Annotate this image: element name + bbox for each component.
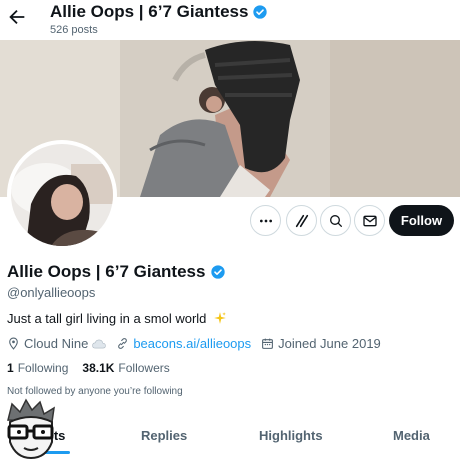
- more-options-button[interactable]: [250, 205, 281, 236]
- follow-stats: 1 Following 38.1K Followers: [7, 361, 170, 375]
- followers-count: 38.1K: [82, 361, 115, 375]
- sparkle-icon: [214, 312, 226, 324]
- profile-tabs: Posts Replies Highlights Media: [0, 418, 460, 460]
- join-date-text: Joined June 2019: [278, 336, 381, 351]
- following-count: 1: [7, 361, 14, 375]
- more-icon: [259, 219, 272, 222]
- bio: Just a tall girl living in a smol world: [7, 311, 227, 326]
- website-link[interactable]: beacons.ai/allieoops: [116, 336, 251, 351]
- mail-icon: [362, 215, 377, 226]
- verified-badge-icon[interactable]: [210, 264, 226, 280]
- back-arrow-icon[interactable]: [6, 6, 28, 28]
- tab-media[interactable]: Media: [393, 428, 430, 443]
- followers-link[interactable]: 38.1K Followers: [82, 361, 169, 375]
- search-icon: [329, 214, 342, 227]
- following-link[interactable]: 1 Following: [7, 361, 68, 375]
- bio-text: Just a tall girl living in a smol world: [7, 311, 207, 326]
- handle: @onlyallieoops: [7, 285, 96, 300]
- display-name-text: Allie Oops | 6’7 Giantess: [7, 262, 206, 281]
- header-title: Allie Oops | 6’7 Giantess: [50, 2, 268, 22]
- verified-badge-icon: [253, 5, 268, 19]
- grok-button[interactable]: [286, 205, 317, 236]
- profile-meta: Cloud Nine beacons.ai/allieoops Joined J…: [7, 336, 391, 351]
- message-button[interactable]: [354, 205, 385, 236]
- cloud-icon: [92, 339, 107, 348]
- location: Cloud Nine: [7, 336, 107, 351]
- cartoon-sticker-image: [7, 398, 55, 460]
- header-title-text: Allie Oops | 6’7 Giantess: [50, 2, 249, 21]
- website-link-text[interactable]: beacons.ai/allieoops: [133, 336, 251, 351]
- location-pin-icon: [9, 337, 18, 350]
- join-date: Joined June 2019: [261, 336, 381, 351]
- link-icon: [118, 338, 128, 349]
- search-profile-button[interactable]: [320, 205, 351, 236]
- tab-replies[interactable]: Replies: [141, 428, 187, 443]
- location-text: Cloud Nine: [24, 336, 89, 351]
- post-count: 526 posts: [50, 24, 98, 36]
- calendar-icon: [262, 338, 274, 349]
- x-logo-icon: [295, 214, 308, 227]
- avatar[interactable]: [7, 140, 117, 250]
- following-label: Following: [17, 361, 69, 375]
- not-followed-notice: Not followed by anyone you’re following: [7, 386, 183, 397]
- display-name: Allie Oops | 6’7 Giantess: [7, 262, 226, 282]
- tab-highlights[interactable]: Highlights: [259, 428, 323, 443]
- top-bar: Allie Oops | 6’7 Giantess 526 posts: [0, 0, 460, 40]
- follow-button[interactable]: Follow: [389, 205, 454, 236]
- followers-label: Followers: [118, 361, 170, 375]
- avatar-photo: [11, 144, 113, 246]
